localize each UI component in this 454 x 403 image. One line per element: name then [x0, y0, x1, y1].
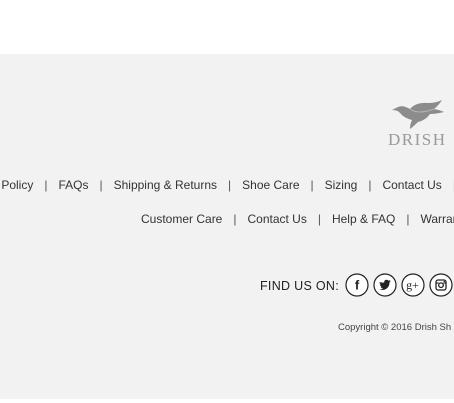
footer-nav-secondary: Customer Care | Contact Us | Help & FAQ … — [141, 212, 454, 226]
nav-separator: | — [368, 178, 372, 192]
twitter-icon — [373, 273, 397, 297]
nav-separator: | — [406, 212, 410, 226]
nav-separator: | — [310, 178, 314, 192]
nav-link-sizing[interactable]: Sizing — [325, 178, 358, 192]
nav-link-privacy-policy[interactable]: y Policy — [0, 178, 33, 192]
copyright-text: Copyright © 2016 Drish Sh — [338, 322, 452, 333]
nav-link-faqs[interactable]: FAQs — [58, 178, 88, 192]
nav-separator: | — [317, 212, 321, 226]
nav-separator: | — [228, 178, 232, 192]
svg-text:g+: g+ — [406, 278, 419, 292]
brand-wordmark: DRISH — [388, 130, 447, 149]
nav-separator: | — [44, 178, 48, 192]
nav-link-help-faq[interactable]: Help & FAQ — [332, 212, 395, 226]
google-plus-icon: g+ — [401, 273, 425, 297]
bottom-strip — [0, 399, 454, 403]
top-bar — [0, 0, 454, 54]
nav-link-shoe-care[interactable]: Shoe Care — [242, 178, 299, 192]
facebook-link[interactable]: f — [345, 273, 369, 297]
nav-link-warranty[interactable]: Warrant — [420, 212, 454, 226]
bird-logo-icon — [392, 100, 444, 129]
nav-separator: | — [442, 178, 454, 192]
google-plus-link[interactable]: g+ — [401, 273, 425, 297]
nav-link-contact-us-secondary[interactable]: Contact Us — [247, 212, 306, 226]
site-footer: DRISH y Policy | FAQs | Shipping & Retur… — [0, 54, 454, 403]
nav-link-shipping-returns[interactable]: Shipping & Returns — [114, 178, 217, 192]
nav-separator: | — [99, 178, 103, 192]
nav-link-customer-care[interactable]: Customer Care — [141, 212, 222, 226]
twitter-link[interactable] — [373, 273, 397, 297]
instagram-link[interactable] — [429, 273, 453, 297]
find-us-label: FIND US ON: — [260, 279, 339, 293]
svg-text:f: f — [355, 278, 360, 293]
brand-logo[interactable]: DRISH — [384, 100, 454, 156]
nav-link-contact-us[interactable]: Contact Us — [382, 178, 441, 192]
nav-separator: | — [233, 212, 237, 226]
facebook-icon: f — [345, 273, 369, 297]
footer-nav-primary: y Policy | FAQs | Shipping & Returns | S… — [0, 178, 454, 192]
instagram-icon — [429, 273, 453, 297]
